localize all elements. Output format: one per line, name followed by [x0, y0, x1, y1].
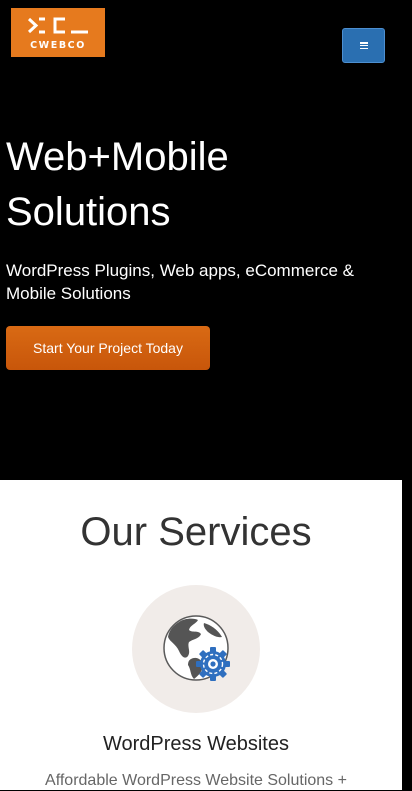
hamburger-icon [359, 42, 368, 49]
service-description: Affordable WordPress Website Solutions + [45, 772, 347, 789]
hero-section: CWEBCO Web+Mobile Solutions WordPress Pl… [0, 0, 412, 480]
brand-name: CWEBCO [30, 40, 86, 51]
service-icon-circle [132, 585, 260, 713]
hero-subtitle: WordPress Plugins, Web apps, eCommerce &… [6, 261, 355, 303]
services-heading: Our Services [80, 510, 312, 554]
hero-title: Web+Mobile Solutions [6, 130, 306, 240]
page-edge [402, 480, 412, 790]
hero-title-line-2: Solutions [6, 190, 171, 234]
globe-gear-icon [163, 615, 230, 681]
menu-toggle-button[interactable] [342, 28, 385, 63]
services-section: Our Services WordPress Websites Affordab… [0, 480, 402, 790]
brand-logo[interactable]: CWEBCO [11, 8, 105, 57]
hero-title-line-1: Web+Mobile [6, 135, 229, 179]
service-title: WordPress Websites [103, 733, 289, 755]
start-project-button[interactable]: Start Your Project Today [6, 326, 210, 370]
